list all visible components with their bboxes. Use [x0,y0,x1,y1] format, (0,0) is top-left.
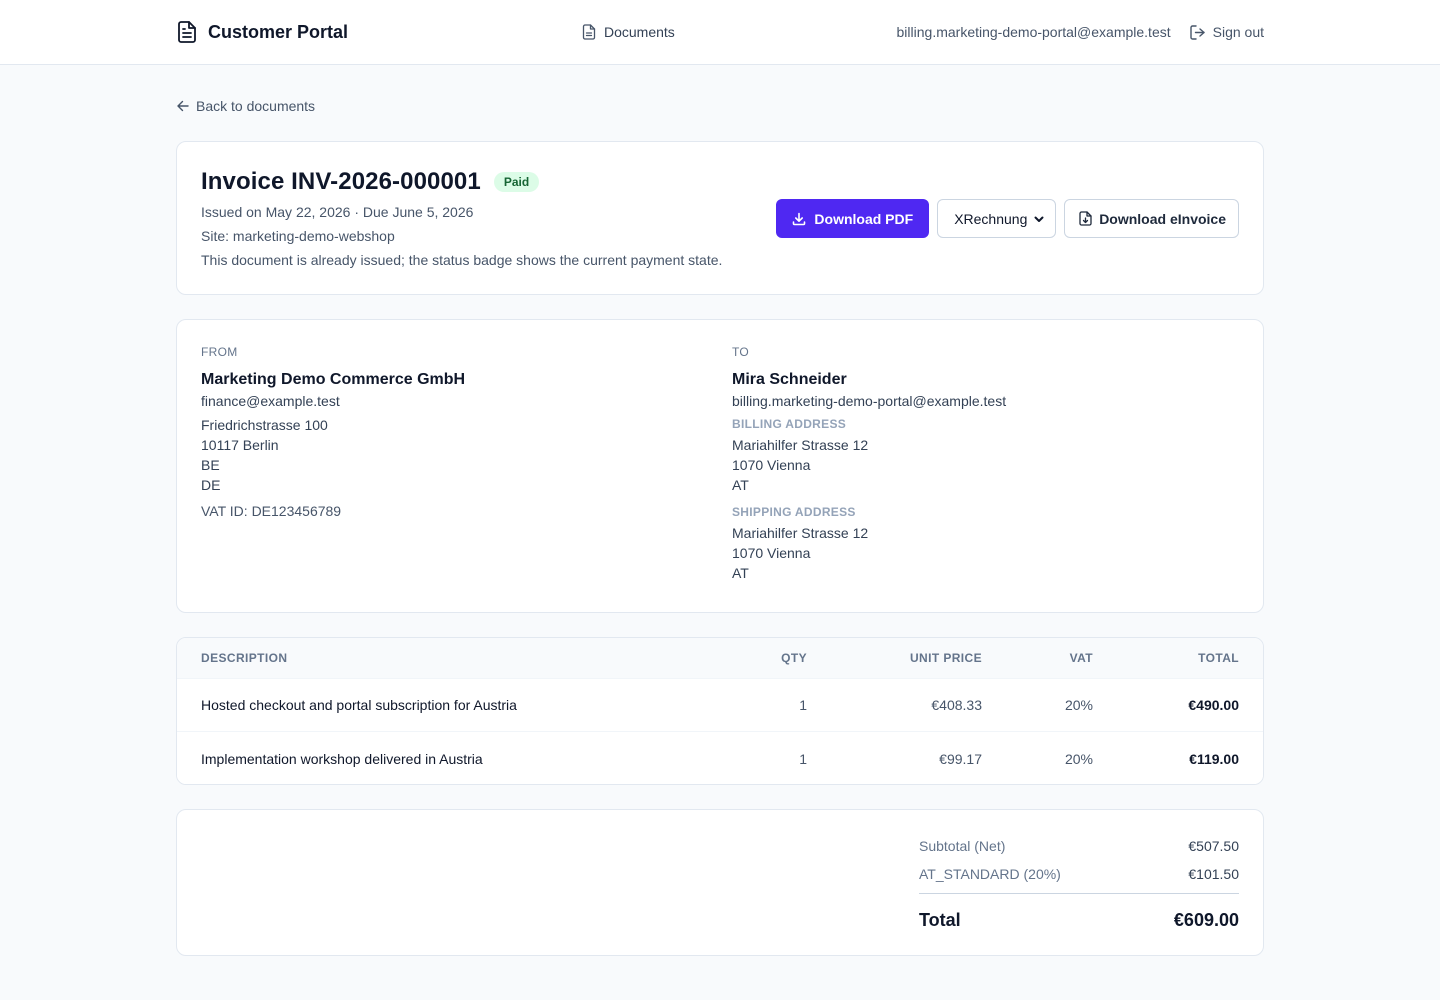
address-line: Mariahilfer Strasse 12 [732,437,869,453]
seller-email: finance@example.test [201,393,340,409]
line-items-table: DESCRIPTION QTY UNIT PRICE VAT TOTAL Hos… [176,637,1264,785]
sign-out-button[interactable]: Sign out [1189,24,1264,41]
subtotal-value: €507.50 [1188,838,1239,854]
item-description: Hosted checkout and portal subscription … [201,697,517,713]
totals-card: Subtotal (Net) €507.50 AT_STANDARD (20%)… [176,809,1264,956]
address-line: AT [732,565,749,581]
nav-documents-label: Documents [604,24,675,40]
brand-title: Customer Portal [208,21,349,42]
einvoice-format-select[interactable]: XRechnung [937,199,1057,238]
address-line: DE [201,477,221,493]
billing-address-label: BILLING ADDRESS [732,417,847,431]
sign-out-label: Sign out [1212,24,1264,40]
table-header: DESCRIPTION QTY UNIT PRICE VAT TOTAL [177,638,1263,679]
user-email: billing.marketing-demo-portal@example.te… [896,24,1171,40]
item-unit-price: €408.33 [931,697,982,713]
grand-total-row: Total €609.00 [919,910,1239,931]
item-total: €119.00 [1189,750,1239,767]
site-info: Site: marketing-demo-webshop [201,228,395,244]
subtotal-label: Subtotal (Net) [919,838,1006,854]
subtotal-row: Subtotal (Net) €507.50 [919,836,1239,856]
column-header-unit-price: UNIT PRICE [909,651,982,665]
issued-due-dates: Issued on May 22, 2026 · Due June 5, 202… [201,204,474,220]
item-vat: 20% [1064,697,1093,713]
back-to-documents-link[interactable]: Back to documents [176,98,1264,114]
tax-value: €101.50 [1188,866,1239,882]
item-qty: 1 [799,697,807,713]
tax-row: AT_STANDARD (20%) €101.50 [919,864,1239,884]
arrow-left-icon [176,99,190,113]
invoice-header-card: Invoice INV-2026-000001 Paid Issued on M… [176,141,1264,295]
address-line: AT [732,477,749,493]
brand[interactable]: Customer Portal [176,20,348,44]
grand-total-value: €609.00 [1173,910,1239,930]
download-actions: Download PDF XRechnung Download eInvoice [776,199,1239,238]
address-line: Mariahilfer Strasse 12 [732,525,869,541]
download-pdf-label: Download PDF [814,210,914,227]
tax-label: AT_STANDARD (20%) [919,866,1061,882]
sign-out-icon [1189,24,1206,41]
download-icon [792,212,806,226]
billing-address: Mariahilfer Strasse 12 1070 Vienna AT [732,435,1006,495]
seller-name: Marketing Demo Commerce GmbH [201,371,466,388]
address-line: 1070 Vienna [732,545,811,561]
customer-email: billing.marketing-demo-portal@example.te… [732,393,1007,409]
nav-documents-link[interactable]: Documents [582,24,675,40]
column-header-description: DESCRIPTION [201,651,288,665]
shipping-address: Mariahilfer Strasse 12 1070 Vienna AT [732,523,1006,583]
to-section: TO Mira Schneider billing.marketing-demo… [732,345,1006,583]
table-row: Hosted checkout and portal subscription … [177,679,1263,732]
address-line: BE [201,457,220,473]
grand-total-label: Total [919,910,961,930]
download-pdf-button[interactable]: Download PDF [776,199,930,238]
invoice-title: Invoice INV-2026-000001 [201,168,481,195]
einvoice-format-value: XRechnung [954,210,1028,227]
parties-card: FROM Marketing Demo Commerce GmbH financ… [176,319,1264,613]
item-description: Implementation workshop delivered in Aus… [201,750,483,767]
download-einvoice-label: Download eInvoice [1099,210,1226,227]
from-label: FROM [201,345,238,359]
address-line: Friedrichstrasse 100 [201,417,328,433]
item-unit-price: €99.17 [939,750,982,767]
status-badge: Paid [493,172,540,192]
back-link-label: Back to documents [196,98,316,114]
chevron-down-icon [1033,213,1045,225]
top-navigation-bar: Customer Portal Documents billing.market… [0,0,1440,65]
address-line: 1070 Vienna [732,457,811,473]
column-header-total: TOTAL [1198,651,1239,665]
seller-address: Friedrichstrasse 100 10117 Berlin BE DE [201,415,465,495]
totals-divider [919,893,1239,894]
shipping-address-label: SHIPPING ADDRESS [732,505,856,519]
item-total: €490.00 [1188,697,1239,713]
file-download-icon [1079,211,1092,226]
address-line: 10117 Berlin [201,437,279,453]
totals-summary: Subtotal (Net) €507.50 AT_STANDARD (20%)… [919,836,1239,931]
column-header-vat: VAT [1069,651,1093,665]
column-header-qty: QTY [781,651,807,665]
document-icon [176,20,198,44]
seller-vat-id: VAT ID: DE123456789 [201,503,342,519]
status-note: This document is already issued; the sta… [201,252,723,268]
user-area: billing.marketing-demo-portal@example.te… [897,24,1264,41]
table-row: Implementation workshop delivered in Aus… [177,732,1263,784]
customer-name: Mira Schneider [732,371,847,388]
download-einvoice-button[interactable]: Download eInvoice [1064,199,1239,238]
to-label: TO [732,345,750,359]
file-icon [582,24,596,40]
item-qty: 1 [799,750,807,767]
from-section: FROM Marketing Demo Commerce GmbH financ… [201,345,465,519]
item-vat: 20% [1064,750,1093,767]
